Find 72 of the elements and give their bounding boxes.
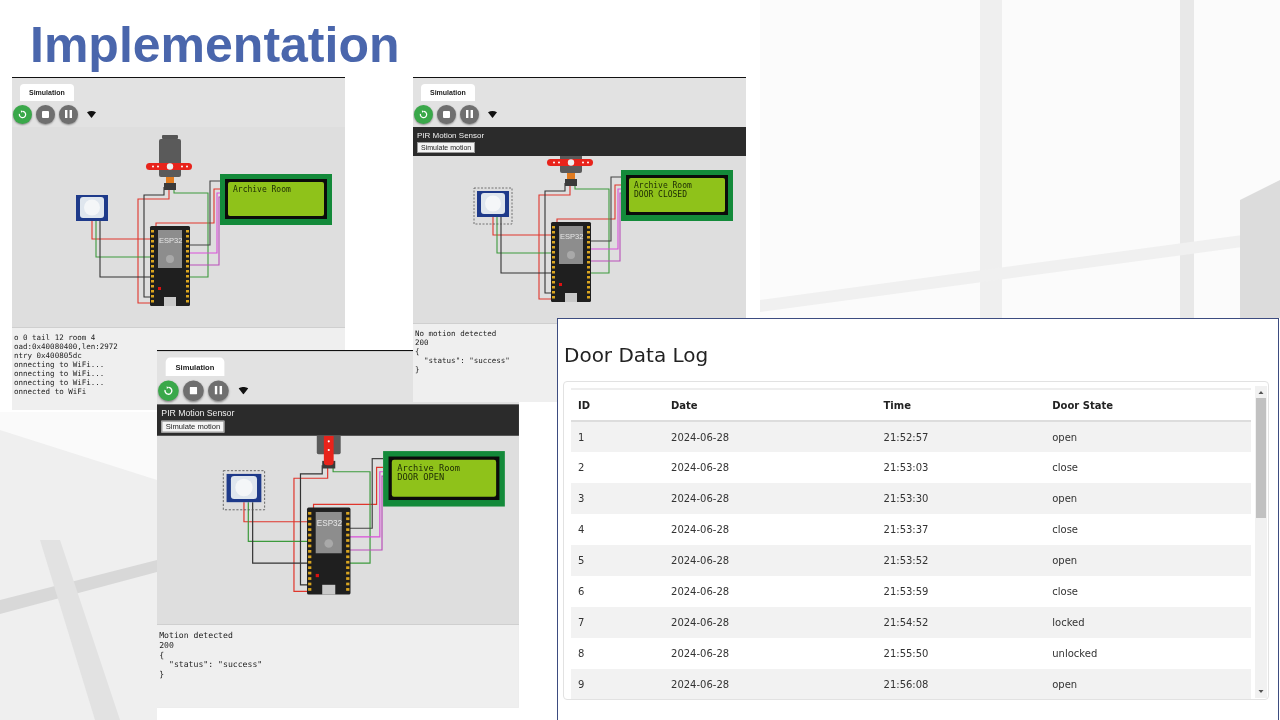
table-cell: unlocked bbox=[1045, 638, 1251, 669]
stop-button[interactable] bbox=[36, 104, 55, 124]
restart-button[interactable] bbox=[13, 104, 32, 124]
table-cell: 2024-06-28 bbox=[664, 421, 877, 452]
table-cell: open bbox=[1045, 421, 1251, 452]
pause-button[interactable] bbox=[460, 104, 479, 124]
table-cell: open bbox=[1045, 483, 1251, 514]
table-cell: 4 bbox=[571, 514, 664, 545]
table-cell: 6 bbox=[571, 576, 664, 607]
table-cell: 2024-06-28 bbox=[664, 545, 877, 576]
table-cell: 7 bbox=[571, 607, 664, 638]
restart-icon bbox=[18, 109, 27, 119]
table-cell: 2 bbox=[571, 452, 664, 483]
table-cell: close bbox=[1045, 452, 1251, 483]
table-cell: 21:53:52 bbox=[876, 545, 1046, 576]
console-line: "status": "success" bbox=[167, 659, 263, 670]
table-cell: 21:54:52 bbox=[876, 607, 1046, 638]
panel-title: PIR Motion Sensor bbox=[161, 408, 235, 418]
stop-icon bbox=[443, 110, 450, 118]
table-cell: close bbox=[1045, 576, 1251, 607]
table-cell: 5 bbox=[571, 545, 664, 576]
scrollbar[interactable] bbox=[1255, 386, 1267, 698]
console-line: } bbox=[159, 669, 165, 680]
wifi-icon[interactable] bbox=[488, 110, 497, 118]
lcd-text: Archive Room bbox=[634, 181, 692, 190]
table-cell: 2024-06-28 bbox=[664, 514, 877, 545]
table-cell: open bbox=[1045, 545, 1251, 576]
table-cell: 2024-06-28 bbox=[664, 607, 877, 638]
restart-icon bbox=[419, 109, 428, 119]
lcd-text: DOOR OPEN bbox=[397, 471, 445, 482]
pause-icon bbox=[214, 385, 223, 395]
pause-button[interactable] bbox=[59, 104, 78, 124]
pause-button[interactable] bbox=[208, 379, 229, 401]
table-cell: 2024-06-28 bbox=[664, 638, 877, 669]
table-cell: 21:52:57 bbox=[876, 421, 1046, 452]
stop-icon bbox=[189, 386, 198, 394]
table-cell: 3 bbox=[571, 483, 664, 514]
pause-icon bbox=[65, 110, 72, 118]
stop-button[interactable] bbox=[437, 104, 456, 124]
lcd-text: Archive Room bbox=[233, 185, 291, 194]
console-line: 200 bbox=[159, 640, 174, 650]
console-line: Motion detected bbox=[159, 630, 233, 641]
table-cell: 21:53:30 bbox=[876, 483, 1046, 514]
table-cell: 2024-06-28 bbox=[664, 483, 877, 514]
table-cell: open bbox=[1045, 669, 1251, 699]
table-cell: 21:56:08 bbox=[876, 669, 1046, 699]
table-cell: 21:53:37 bbox=[876, 514, 1046, 545]
table-cell: 1 bbox=[571, 421, 664, 452]
restart-icon bbox=[163, 385, 174, 396]
table-cell: 8 bbox=[571, 638, 664, 669]
table-cell: 21:53:59 bbox=[876, 576, 1046, 607]
restart-button[interactable] bbox=[414, 104, 433, 124]
stop-icon bbox=[42, 110, 49, 118]
wifi-icon[interactable] bbox=[238, 386, 249, 394]
table-cell: 21:53:03 bbox=[876, 452, 1046, 483]
table-cell: 9 bbox=[571, 669, 664, 699]
lcd-text: Archive Room bbox=[397, 462, 460, 473]
table-cell: close bbox=[1045, 514, 1251, 545]
console-line: { bbox=[159, 650, 165, 660]
table-cell: 2024-06-28 bbox=[664, 669, 877, 699]
table-cell: 2024-06-28 bbox=[664, 576, 877, 607]
slide-title: Implementation bbox=[30, 16, 400, 74]
lcd-text: DOOR CLOSED bbox=[634, 189, 687, 199]
table-cell: 21:55:50 bbox=[876, 638, 1046, 669]
page-title: Door Data Log bbox=[564, 343, 710, 369]
table-cell: 2024-06-28 bbox=[664, 452, 877, 483]
panel-title: PIR Motion Sensor bbox=[417, 130, 485, 140]
restart-button[interactable] bbox=[158, 379, 179, 401]
pause-icon bbox=[466, 110, 473, 118]
wifi-icon[interactable] bbox=[87, 110, 96, 118]
stop-button[interactable] bbox=[183, 379, 204, 401]
table-cell: locked bbox=[1045, 607, 1251, 638]
